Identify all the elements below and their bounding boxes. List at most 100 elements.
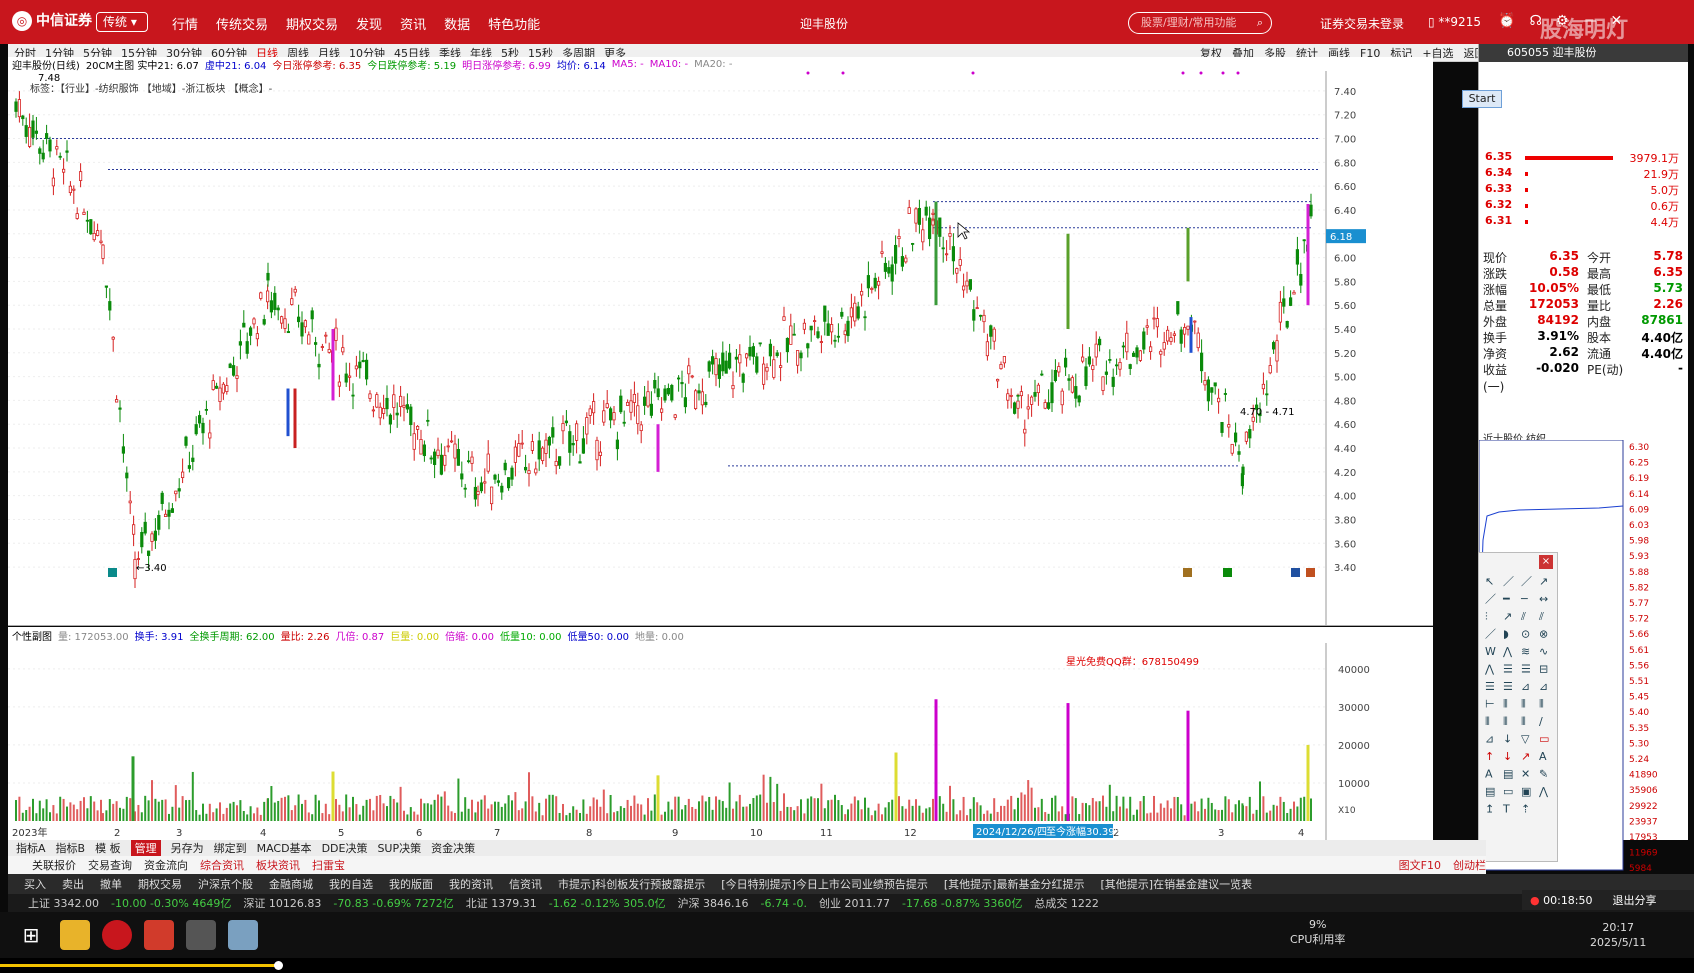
volume-bar	[840, 805, 843, 821]
exit-share-button[interactable]: 退出分享	[1613, 892, 1657, 908]
trade-bar-item[interactable]: 卖出	[62, 876, 84, 892]
nav-item[interactable]: 特色功能	[488, 14, 540, 33]
candle-body	[785, 337, 790, 353]
candle-body	[1033, 392, 1037, 397]
volume-chart[interactable]: 40000 30000 20000 10000 X10 星光免费QQ群：678150499…	[8, 643, 1433, 840]
draw-tool-icon: ／	[1485, 628, 1496, 641]
candle-body	[762, 363, 766, 385]
indicator-tab[interactable]: DDE决策	[322, 840, 368, 856]
search-icon[interactable]: ⌕	[1257, 13, 1263, 33]
indicator-tab[interactable]: 指标A	[16, 840, 46, 856]
order-book-row[interactable]: 6.34 21.9万	[1479, 166, 1679, 182]
trade-bar-item[interactable]: 我的版面	[389, 876, 433, 892]
trade-bar-item[interactable]: 期权交易	[138, 876, 182, 892]
trade-bar-item[interactable]: [其他提示]在销基金建议一览表	[1100, 876, 1252, 892]
citic-app-icon[interactable]	[102, 920, 132, 950]
nav-item[interactable]: 行情	[172, 14, 198, 33]
nav-item[interactable]: 数据	[444, 14, 470, 33]
price-tick: 4.60	[1334, 420, 1356, 431]
volume-bar	[195, 810, 198, 821]
volume-bar	[191, 771, 194, 821]
trade-bar-item[interactable]: 我的资讯	[449, 876, 493, 892]
volume-bar	[891, 799, 894, 821]
trade-bar-item[interactable]: 市提示]科创板发行预披露提示	[558, 876, 705, 892]
indicator-tab[interactable]: 绑定到	[214, 840, 247, 856]
candle-body	[849, 307, 854, 318]
order-book-row[interactable]: 6.31 4.4万	[1479, 214, 1679, 230]
toolbox-close-icon[interactable]: ×	[1539, 555, 1553, 569]
wps-icon[interactable]	[144, 920, 174, 950]
info-tab[interactable]: 板块资讯	[256, 857, 300, 873]
info-tab[interactable]: 资金流向	[144, 857, 188, 873]
trade-bar-item[interactable]: [今日特别提示]今日上市公司业绩预告提示	[721, 876, 928, 892]
qq-group-text: 星光免费QQ群：678150499	[1066, 655, 1199, 668]
candle-body	[965, 280, 969, 287]
index-item: -70.83 -0.69% 7272亿	[333, 897, 454, 910]
video-progress-bar[interactable]	[0, 958, 1694, 973]
windows-start-icon[interactable]: ⊞	[16, 920, 46, 950]
volume-bar	[290, 810, 293, 821]
volume-bar	[406, 814, 409, 821]
start-button[interactable]: Start	[1462, 90, 1502, 108]
volume-bar	[850, 803, 853, 821]
volume-bar	[437, 794, 439, 821]
order-book-row[interactable]: 6.32 0.6万	[1479, 198, 1679, 214]
account-label[interactable]: ▯ **9215	[1428, 15, 1481, 29]
volume-bar	[270, 786, 273, 821]
info-right-link[interactable]: 创动栏	[1453, 857, 1486, 873]
nav-item[interactable]: 发现	[356, 14, 382, 33]
volume-bar	[1047, 813, 1050, 821]
image-app-icon[interactable]	[228, 920, 258, 950]
candle-body	[99, 240, 103, 243]
candle-body	[758, 342, 762, 345]
indicator-tab[interactable]: 另存为	[171, 840, 204, 856]
volume-bar	[1071, 796, 1074, 821]
trade-bar-item[interactable]: 金融商城	[269, 876, 313, 892]
info-tab[interactable]: 扫雷宝	[312, 857, 345, 873]
order-book-row[interactable]: 6.35 3979.1万	[1479, 150, 1679, 166]
info-tab[interactable]: 关联报价	[32, 857, 76, 873]
trade-bar-item[interactable]: [其他提示]最新基金分红提示	[944, 876, 1085, 892]
volume-tick: 30000	[1338, 703, 1370, 714]
trade-bar-item[interactable]: 我的自选	[329, 876, 373, 892]
info-right-link[interactable]: 图文F10	[1399, 857, 1441, 873]
trade-bar-item[interactable]: 撤单	[100, 876, 122, 892]
trade-bar-item[interactable]: 买入	[24, 876, 46, 892]
system-clock[interactable]: 20:17 2025/5/11	[1590, 920, 1646, 950]
candle-body	[293, 288, 297, 293]
order-book-row[interactable]: 6.33 5.0万	[1479, 182, 1679, 198]
info-tab[interactable]: 综合资讯	[200, 857, 244, 873]
stock-code[interactable]: 605055 迎丰股份	[1479, 44, 1688, 62]
indicator-tab[interactable]: 资金决策	[431, 840, 475, 856]
window-app-icon[interactable]	[186, 920, 216, 950]
volume-bar	[1146, 813, 1149, 821]
nav-item[interactable]: 期权交易	[286, 14, 338, 33]
indicator-value: 迎丰股份(日线)	[12, 60, 80, 72]
trade-bar-item[interactable]: 信资讯	[509, 876, 542, 892]
candle-body	[242, 322, 246, 328]
candle-body	[500, 485, 504, 493]
volume-bar	[1102, 795, 1104, 821]
file-explorer-icon[interactable]	[60, 920, 90, 950]
nav-item[interactable]: 资讯	[400, 14, 426, 33]
progress-knob[interactable]	[274, 961, 283, 970]
nav-item[interactable]: 传统交易	[216, 14, 268, 33]
info-tab[interactable]: 交易查询	[88, 857, 132, 873]
search-input[interactable]: 股票/理财/常用功能 ⌕	[1128, 12, 1272, 34]
candle-body	[456, 449, 461, 466]
volume-bar	[157, 801, 160, 821]
candle-body	[460, 473, 464, 480]
volume-bar	[480, 799, 483, 821]
indicator-tab[interactable]: SUP决策	[377, 840, 421, 856]
trade-bar-item[interactable]: 沪深京个股	[198, 876, 253, 892]
indicator-tab[interactable]: MACD基本	[257, 840, 312, 856]
indicator-tab[interactable]: 指标B	[56, 840, 86, 856]
indicator-tab[interactable]: 模 板	[95, 840, 121, 856]
mode-select[interactable]: 传统 ▾	[96, 12, 148, 32]
draw-tool-icon: A	[1485, 768, 1493, 781]
alarm-icon[interactable]: ⏰	[1498, 13, 1515, 29]
candle-body	[347, 375, 352, 378]
kline-chart[interactable]: 7.407.207.006.806.606.406.206.005.805.60…	[8, 71, 1433, 626]
login-status[interactable]: 证券交易未登录	[1320, 15, 1404, 32]
indicator-tab[interactable]: 管理	[130, 840, 161, 856]
